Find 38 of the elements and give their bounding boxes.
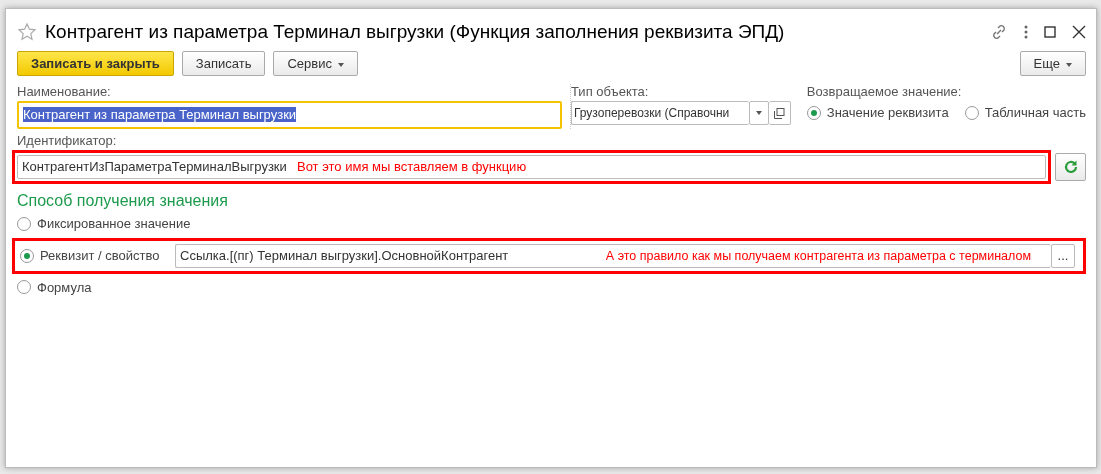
radio-button[interactable] — [20, 248, 34, 263]
caret-icon — [1066, 62, 1072, 67]
window-title: Контрагент из параметра Терминал выгрузки (Функция заполнения реквизита ЭПД) — [45, 19, 786, 44]
radio-label: Табличная часть — [984, 104, 1086, 123]
annotation-text: А это правило как мы получаем контрагента из параметра с терминалом — [605, 247, 1031, 265]
radio-button[interactable] — [964, 106, 979, 120]
maximize-icon[interactable] — [1044, 26, 1056, 38]
radio-button[interactable] — [806, 106, 821, 120]
select-button[interactable]: ... — [1051, 243, 1075, 268]
star-icon[interactable] — [17, 22, 37, 42]
link-icon[interactable] — [990, 23, 1008, 41]
dropdown-field[interactable]: Грузоперевозки (Справочни — [571, 101, 749, 125]
radio-label: Значение реквизита — [826, 104, 949, 123]
menu-button[interactable]: Сервис — [273, 51, 358, 76]
radio-button[interactable] — [17, 216, 31, 231]
selected-text: Контрагент из параметра Терминал выгрузки — [23, 107, 297, 122]
open-button[interactable] — [768, 101, 791, 125]
radio-label: Фиксированное значение — [37, 215, 191, 233]
refresh-icon — [1062, 159, 1079, 175]
menu-button[interactable]: Еще — [1019, 51, 1086, 76]
section-heading: Способ получения значения — [17, 192, 229, 210]
radio-label: Формула — [37, 278, 92, 297]
field-label: Идентификатор: — [17, 133, 118, 148]
field-label: Возвращаемое значение: — [806, 84, 963, 99]
toolbar-button[interactable]: Записать — [181, 51, 266, 76]
caret-icon — [337, 62, 344, 67]
field-label: Тип объекта: — [571, 84, 650, 99]
toolbar-button[interactable]: Записать и закрыть — [17, 51, 174, 76]
more-icon[interactable] — [1024, 25, 1028, 39]
refresh-button[interactable] — [1055, 153, 1086, 181]
radio-label: Реквизит / свойство — [40, 246, 160, 265]
annotation-text: Вот это имя мы вставляем в функцию — [297, 158, 527, 176]
caret-icon — [755, 111, 762, 115]
radio-button[interactable] — [17, 280, 31, 295]
close-icon[interactable] — [1072, 25, 1086, 39]
field-label: Наименование: — [17, 84, 112, 99]
copy-icon — [773, 107, 785, 119]
input-field[interactable]: Контрагент из параметра Терминал выгрузки — [17, 101, 562, 129]
